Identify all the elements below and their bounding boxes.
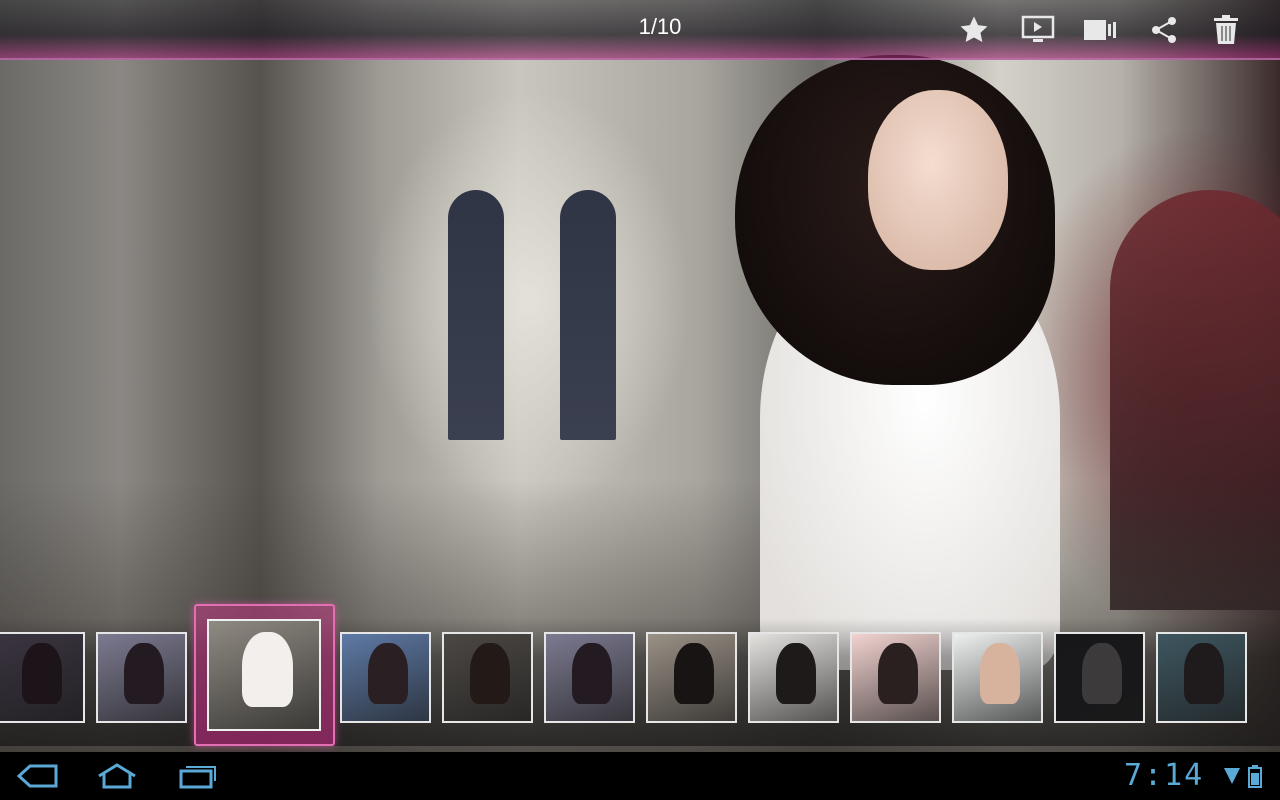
thumbnail-image <box>1082 642 1123 704</box>
photo-detail <box>868 90 1008 270</box>
back-button[interactable] <box>10 758 64 794</box>
wifi-signal-icon <box>1224 768 1240 784</box>
photo-detail <box>448 190 504 440</box>
thumbnail[interactable] <box>952 632 1043 723</box>
thumbnail-image <box>572 642 613 704</box>
back-icon <box>16 764 58 788</box>
home-button[interactable] <box>90 758 144 794</box>
thumbnail-image <box>878 642 919 704</box>
trash-icon <box>1214 15 1238 44</box>
thumbnail-image <box>124 642 165 704</box>
action-bar: 1/10 <box>0 0 1280 60</box>
thumbnail-image <box>674 642 715 704</box>
thumbnail-image <box>470 642 511 704</box>
status-clock: 7:14 <box>1124 758 1205 793</box>
thumbnail-image <box>368 642 409 704</box>
share-button[interactable] <box>1144 12 1184 48</box>
thumbnail[interactable] <box>442 632 533 723</box>
thumbnail[interactable] <box>1054 632 1145 723</box>
thumbnail-image <box>980 642 1021 704</box>
thumbnail[interactable] <box>748 632 839 723</box>
filmstrip[interactable] <box>0 604 1280 746</box>
thumbnail[interactable] <box>544 632 635 723</box>
video-button[interactable] <box>1080 12 1120 48</box>
favorite-button[interactable] <box>954 12 994 48</box>
home-icon <box>98 763 136 789</box>
recent-apps-icon <box>179 766 216 789</box>
star-icon <box>960 16 988 43</box>
share-icon <box>1152 17 1176 43</box>
thumbnail[interactable] <box>96 632 187 723</box>
thumbnail-image <box>242 631 293 708</box>
photo-counter: 1/10 <box>638 14 682 39</box>
thumbnail[interactable] <box>1156 632 1247 723</box>
thumbnail[interactable] <box>0 632 85 723</box>
recent-apps-button[interactable] <box>170 758 224 794</box>
thumbnail[interactable] <box>850 632 941 723</box>
delete-button[interactable] <box>1206 12 1246 48</box>
slideshow-button[interactable] <box>1018 12 1058 48</box>
battery-icon <box>1248 765 1262 788</box>
thumbnail[interactable] <box>646 632 737 723</box>
video-camera-icon <box>1084 20 1116 40</box>
thumbnail[interactable] <box>340 632 431 723</box>
thumbnail-selected[interactable] <box>207 619 321 731</box>
thumbnail-image <box>22 642 63 704</box>
play-slideshow-icon <box>1021 15 1055 42</box>
photo-detail <box>560 190 616 440</box>
thumbnail-image <box>776 642 817 704</box>
thumbnail-image <box>1184 642 1225 704</box>
